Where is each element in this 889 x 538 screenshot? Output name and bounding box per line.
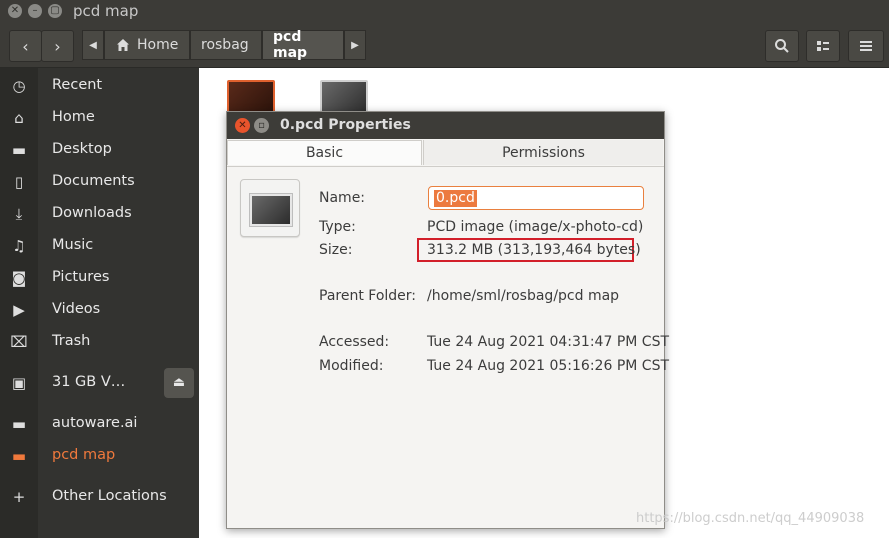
sidebar-item-label: Pictures [52,269,110,285]
sidebar-item-videos[interactable]: ▶ Videos [0,295,199,325]
video-icon: ▶ [13,301,25,319]
dialog-minimize-button[interactable]: ▫ [254,118,269,133]
drive-icon: ▣ [11,374,27,392]
tab-permissions[interactable]: Permissions [423,140,663,165]
search-icon [775,39,789,53]
breadcrumb-rosbag-label: rosbag [201,37,249,53]
sidebar-item-label: Recent [52,77,103,93]
eject-button[interactable]: ⏏ [164,368,194,398]
dialog-tabs: Basic Permissions [227,140,664,167]
accessed-value: Tue 24 Aug 2021 04:31:47 PM CST [427,334,670,350]
chevron-right-icon: › [54,36,61,56]
properties-dialog: ✕ ▫ 0.pcd Properties Basic Permissions N… [226,111,669,529]
window-minimize-button[interactable]: – [28,4,42,18]
accessed-label: Accessed: [319,334,390,350]
size-label: Size: [319,242,353,258]
breadcrumb-home[interactable]: Home [104,30,190,60]
folder-icon: ▬ [11,447,27,465]
sidebar-item-label: 31 GB V… [52,374,126,390]
sidebar-item-label: Home [52,109,95,125]
chevron-left-icon: ‹ [22,36,29,56]
triangle-right-icon: ▶ [351,39,359,51]
dialog-titlebar: ✕ ▫ 0.pcd Properties [227,112,664,139]
music-icon: ♫ [12,237,26,255]
breadcrumb-scroll-right[interactable]: ▶ [344,30,366,60]
breadcrumb-scroll-left[interactable]: ◀ [82,30,104,60]
trash-icon: ⌧ [10,333,28,351]
sidebar-item-label: Videos [52,301,101,317]
home-icon: ⌂ [14,109,24,127]
sidebar-item-label: Other Locations [52,488,167,504]
eject-icon: ⏏ [172,375,186,390]
tab-permissions-label: Permissions [502,144,585,161]
parent-folder-value[interactable]: /home/sml/rosbag/pcd map [427,288,619,304]
menu-button[interactable] [848,30,884,62]
view-toggle-icon [817,41,829,51]
sidebar-item-label: Music [52,237,94,253]
clock-icon: ◷ [12,77,26,95]
sidebar-item-other-locations[interactable]: + Other Locations [0,482,199,512]
sidebar-item-drive[interactable]: ▣ 31 GB V… ⏏ [0,368,199,398]
window-close-button[interactable]: ✕ [8,4,22,18]
image-file-icon [250,194,292,226]
file-icon-button[interactable] [240,179,300,237]
breadcrumb-pcd-map-label: pcd map [273,29,308,61]
sidebar-item-autoware[interactable]: ▬ autoware.ai [0,409,199,439]
header-bar: ‹ › ◀ Home rosbag pcd map ▶ [0,24,889,68]
sidebar-item-music[interactable]: ♫ Music [0,231,199,261]
forward-button[interactable]: › [41,30,74,62]
sidebar-item-downloads[interactable]: ⤓ Downloads [0,199,199,229]
plus-icon: + [12,488,26,506]
tab-basic-label: Basic [305,145,344,161]
sidebar-item-home[interactable]: ⌂ Home [0,103,199,133]
sidebar-item-label: autoware.ai [52,415,138,431]
modified-value: Tue 24 Aug 2021 05:16:26 PM CST [427,358,670,374]
parent-folder-label: Parent Folder: [319,288,417,304]
sidebar-item-desktop[interactable]: ▬ Desktop [0,135,199,165]
modified-label: Modified: [319,358,384,374]
view-toggle-button[interactable] [806,30,840,62]
sidebar-item-label: Documents [52,173,135,189]
download-icon: ⤓ [15,205,23,223]
sidebar-item-documents[interactable]: ▯ Documents [0,167,199,197]
window-maximize-button[interactable]: ▢ [48,4,62,18]
type-value: PCD image (image/x-photo-cd) [427,219,644,235]
folder-icon: ▬ [11,141,27,159]
sidebar-item-pcd-map[interactable]: ▬ pcd map [0,441,199,471]
sidebar-item-label: Trash [52,333,91,349]
camera-icon: ◙ [11,269,27,287]
window-title: pcd map [73,2,139,20]
home-icon [117,39,129,51]
type-label: Type: [319,219,356,235]
document-icon: ▯ [14,173,24,191]
back-button[interactable]: ‹ [9,30,42,62]
sidebar-item-label: Desktop [52,141,112,157]
window-titlebar: ✕ – ▢ pcd map [0,0,889,24]
sidebar: ◷ Recent ⌂ Home ▬ Desktop ▯ Documents ⤓ … [0,68,199,538]
sidebar-item-recent[interactable]: ◷ Recent [0,71,199,101]
name-field-value: 0.pcd [434,190,477,207]
dialog-close-button[interactable]: ✕ [235,118,250,133]
breadcrumb-home-label: Home [137,37,179,53]
size-value: 313.2 MB (313,193,464 bytes) [427,242,641,258]
watermark: https://blog.csdn.net/qq_44909038 [636,511,865,526]
dialog-title: 0.pcd Properties [280,117,411,133]
name-field[interactable]: 0.pcd [428,186,644,210]
hamburger-menu-icon [860,41,872,51]
breadcrumb-rosbag[interactable]: rosbag [190,30,262,60]
sidebar-item-label: pcd map [52,447,116,463]
search-button[interactable] [765,30,799,62]
sidebar-item-label: Downloads [52,205,132,221]
sidebar-item-pictures[interactable]: ◙ Pictures [0,263,199,293]
breadcrumb-pcd-map[interactable]: pcd map [262,29,344,61]
sidebar-item-trash[interactable]: ⌧ Trash [0,327,199,357]
folder-icon: ▬ [11,415,27,433]
tab-basic[interactable]: Basic [227,140,422,165]
name-label: Name: [319,190,366,206]
triangle-left-icon: ◀ [89,39,97,51]
